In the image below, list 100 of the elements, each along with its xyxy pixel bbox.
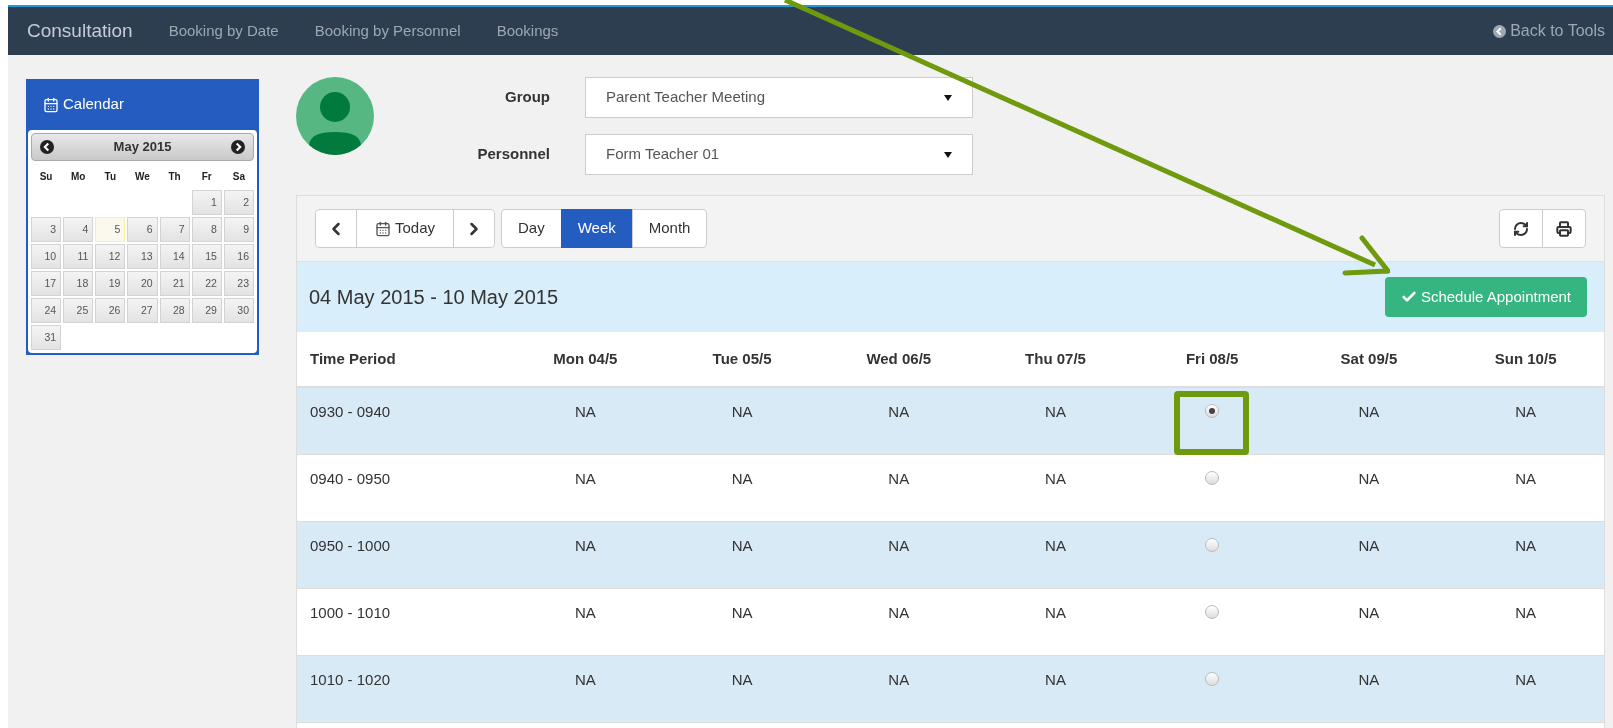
- printer-icon: [1556, 220, 1572, 237]
- slot-radio[interactable]: [1205, 672, 1220, 686]
- weekday-label: Mo: [70, 170, 87, 184]
- calendar-icon: [43, 96, 59, 113]
- date-range: 04 May 2015 - 10 May 2015: [309, 285, 559, 310]
- calendar-day[interactable]: 17: [31, 271, 62, 296]
- calendar-day[interactable]: 25: [63, 298, 94, 323]
- next-month-icon[interactable]: [231, 140, 245, 154]
- view-tab[interactable]: Week: [560, 209, 633, 248]
- calendar-day[interactable]: 31: [31, 325, 62, 350]
- calendar-day[interactable]: 11: [63, 244, 94, 269]
- back-to-tools-link[interactable]: Back to Tools: [1493, 19, 1605, 43]
- refresh-button[interactable]: [1499, 209, 1543, 248]
- calendar-day[interactable]: 2: [223, 190, 254, 215]
- calendar-day[interactable]: 18: [63, 271, 94, 296]
- table-cell-text: NA: [1514, 670, 1538, 690]
- nav-link[interactable]: Booking by Date: [168, 19, 279, 43]
- refresh-icon: [1513, 220, 1529, 237]
- slot-radio[interactable]: [1205, 404, 1220, 418]
- table-cell-text: NA: [887, 536, 911, 556]
- dropdown-caret-icon: [944, 151, 952, 158]
- next-button[interactable]: [453, 209, 495, 248]
- time-period-cell-text: 1010 - 1020: [309, 670, 392, 690]
- calendar-day[interactable]: 29: [191, 298, 222, 323]
- view-tab[interactable]: Day: [501, 209, 562, 248]
- calendar-day[interactable]: 30: [223, 298, 254, 323]
- column-header: Sun 10/5: [1493, 348, 1558, 369]
- table-cell-text: NA: [573, 536, 597, 556]
- table-cell-text: NA: [1357, 402, 1381, 422]
- calendar-day[interactable]: 20: [127, 271, 158, 296]
- weekday-label: Tu: [103, 170, 118, 184]
- calendar-day[interactable]: 23: [223, 271, 254, 296]
- weekday-label: Sa: [231, 170, 247, 184]
- table-cell-text: NA: [730, 469, 754, 489]
- weekday-label: Fr: [200, 170, 213, 184]
- calendar-day[interactable]: 24: [31, 298, 62, 323]
- table-cell-text: NA: [1514, 603, 1538, 623]
- table-cell-text: NA: [730, 536, 754, 556]
- today-button[interactable]: Today: [356, 209, 454, 248]
- calendar-day[interactable]: 10: [31, 244, 62, 269]
- view-tab[interactable]: Month: [631, 209, 708, 248]
- table-cell-text: NA: [1357, 670, 1381, 690]
- dropdown-caret-icon: [944, 94, 952, 101]
- calendar-day[interactable]: 26: [95, 298, 126, 323]
- table-cell-text: NA: [1044, 670, 1067, 690]
- calendar-day[interactable]: 6: [127, 217, 158, 242]
- table-cell-text: NA: [887, 469, 911, 489]
- table-cell-text: NA: [1357, 603, 1381, 623]
- calendar-day[interactable]: 5: [95, 217, 126, 242]
- table-cell-text: NA: [730, 402, 754, 422]
- table-cell-text: NA: [887, 402, 911, 422]
- column-header: Fri 08/5: [1184, 348, 1240, 369]
- column-header: Wed 06/5: [865, 348, 933, 369]
- calendar-day[interactable]: 3: [31, 217, 62, 242]
- calendar-day[interactable]: 1: [191, 190, 222, 215]
- previous-button[interactable]: [315, 209, 357, 248]
- slot-radio[interactable]: [1205, 471, 1220, 485]
- time-period-cell-text: 1000 - 1010: [309, 603, 392, 623]
- print-button[interactable]: [1542, 209, 1586, 248]
- calendar-day[interactable]: 12: [95, 244, 126, 269]
- calendar-day[interactable]: 9: [223, 217, 254, 242]
- calendar-day[interactable]: 15: [191, 244, 222, 269]
- calendar-day[interactable]: 16: [223, 244, 254, 269]
- nav-link[interactable]: Bookings: [496, 19, 559, 43]
- calendar-day[interactable]: 22: [191, 271, 222, 296]
- calendar-day[interactable]: 8: [191, 217, 222, 242]
- slot-radio[interactable]: [1205, 605, 1220, 619]
- calendar-day[interactable]: 27: [127, 298, 158, 323]
- column-header: Time Period: [309, 348, 397, 369]
- calendar-day[interactable]: 21: [159, 271, 190, 296]
- time-period-cell-text: 0940 - 0950: [309, 469, 392, 489]
- column-header: Thu 07/5: [1024, 348, 1087, 369]
- slot-radio[interactable]: [1205, 538, 1220, 552]
- table-cell-text: NA: [1044, 469, 1067, 489]
- column-header: Tue 05/5: [711, 348, 773, 369]
- table-cell-text: NA: [573, 469, 597, 489]
- table-cell-text: NA: [887, 670, 911, 690]
- calendar-day[interactable]: 4: [63, 217, 94, 242]
- calendar-day[interactable]: 19: [95, 271, 126, 296]
- select-field[interactable]: Parent Teacher Meeting: [585, 77, 973, 118]
- check-icon: [1400, 289, 1417, 305]
- previous-month-icon[interactable]: [40, 140, 54, 154]
- table-cell-text: NA: [1514, 469, 1538, 489]
- table-cell-text: NA: [1514, 402, 1538, 422]
- table-cell-text: NA: [1357, 469, 1381, 489]
- nav-link[interactable]: Booking by Personnel: [314, 19, 461, 43]
- calendar-day[interactable]: 28: [159, 298, 190, 323]
- brand-title[interactable]: Consultation: [27, 16, 133, 46]
- calendar-day[interactable]: 13: [127, 244, 158, 269]
- select-field[interactable]: Form Teacher 01: [585, 134, 973, 175]
- calendar-day[interactable]: 7: [159, 217, 190, 242]
- table-cell-text: NA: [730, 603, 754, 623]
- field-label: Personnel: [476, 144, 550, 165]
- panel-title: Calendar: [63, 94, 124, 115]
- table-cell-text: NA: [573, 670, 597, 690]
- table-cell-text: NA: [573, 603, 597, 623]
- weekday-label: Su: [38, 170, 54, 184]
- weekday-label: Th: [167, 170, 182, 184]
- calendar-day[interactable]: 14: [159, 244, 190, 269]
- table-cell-text: NA: [730, 670, 754, 690]
